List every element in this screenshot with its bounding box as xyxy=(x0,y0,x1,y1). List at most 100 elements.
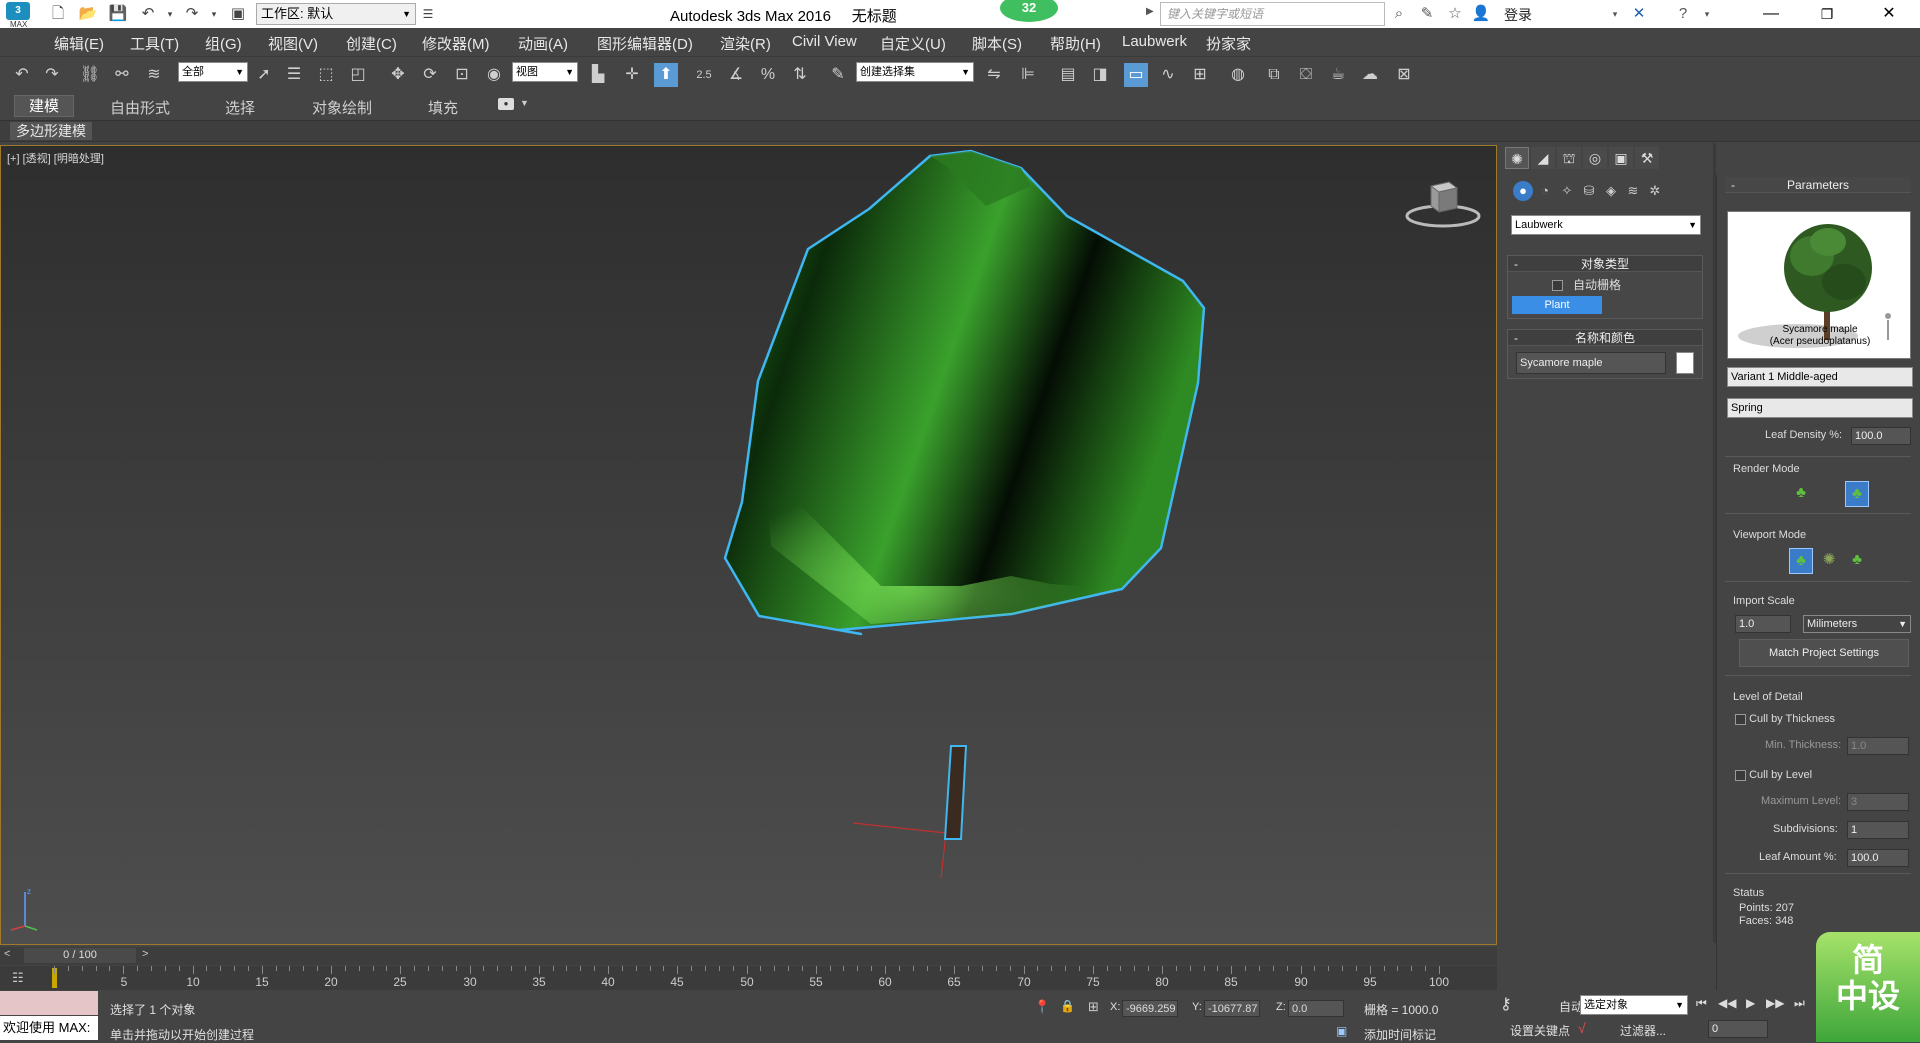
render-production-icon[interactable]: ☕ xyxy=(1326,63,1350,87)
menu-animation[interactable]: 动画(A) xyxy=(518,33,568,54)
current-frame-field[interactable]: 0 xyxy=(1708,1020,1768,1038)
a360-render-icon[interactable]: ⊠ xyxy=(1392,63,1416,87)
manipulate-icon[interactable]: ✛ xyxy=(620,63,644,87)
user-icon[interactable]: 👤 xyxy=(1470,4,1492,24)
next-frame-arrow-icon[interactable]: > xyxy=(142,948,148,960)
spinner-snap-icon[interactable]: ⇅ xyxy=(788,63,812,87)
redo-icon[interactable]: ↷ xyxy=(182,4,202,24)
prev-frame-icon[interactable]: ◀◀ xyxy=(1718,996,1736,1010)
min-thickness-field[interactable]: 1.0 xyxy=(1847,737,1909,755)
import-scale-field[interactable]: 1.0 xyxy=(1735,615,1791,633)
pivot-center-icon[interactable]: ▙ xyxy=(586,63,610,87)
tab-modeling[interactable]: 建模 xyxy=(14,95,75,117)
search-expand-icon[interactable]: ▶ xyxy=(1146,6,1154,17)
login-link[interactable]: 登录 xyxy=(1504,5,1532,25)
utilities-panel-tab-icon[interactable]: ⚒ xyxy=(1635,147,1659,169)
rendered-frame-window-icon[interactable]: ⛋ xyxy=(1294,63,1318,87)
cull-thickness-check-box[interactable] xyxy=(1735,713,1746,725)
add-time-tag[interactable]: 添加时间标记 xyxy=(1364,1026,1436,1043)
help-dropdown-icon[interactable]: ▾ xyxy=(1696,4,1718,24)
motion-panel-tab-icon[interactable]: ◎ xyxy=(1583,147,1607,169)
season-select[interactable]: Spring xyxy=(1727,398,1913,418)
bind-to-space-warp-icon[interactable]: ≋ xyxy=(142,63,166,87)
percent-snap-icon[interactable]: % xyxy=(756,63,780,87)
time-slider[interactable]: < 0 / 100 > xyxy=(0,947,1497,965)
select-by-name-icon[interactable]: ☰ xyxy=(282,63,306,87)
menu-help[interactable]: 帮助(H) xyxy=(1050,33,1101,54)
placement-icon[interactable]: ◉ xyxy=(482,63,506,87)
menu-tools[interactable]: 工具(T) xyxy=(130,33,179,54)
angle-snap-icon[interactable]: ∡ xyxy=(724,63,748,87)
undo-icon[interactable]: ↶ xyxy=(138,4,158,24)
keyboard-shortcut-override-icon[interactable]: ⬆ xyxy=(654,63,678,87)
menu-rendering[interactable]: 渲染(R) xyxy=(720,33,771,54)
absolute-mode-icon[interactable]: ⊞ xyxy=(1088,999,1099,1015)
render-mode-full-icon[interactable]: ♣ xyxy=(1845,481,1869,507)
quick-access-menu-icon[interactable]: ☰ xyxy=(418,4,438,24)
ribbon-options-icon[interactable]: ● xyxy=(498,98,514,110)
z-coord-field[interactable]: 0.0 xyxy=(1288,1000,1344,1017)
menu-civil-view[interactable]: Civil View xyxy=(792,33,857,50)
key-filters-button[interactable]: 过滤器... xyxy=(1620,1022,1666,1039)
rectangular-selection-icon[interactable]: ⬚ xyxy=(314,63,338,87)
mini-curve-editor-icon[interactable]: ☷ xyxy=(12,970,30,986)
viewport-mode-full-icon[interactable]: ♣ xyxy=(1845,548,1869,574)
name-color-header[interactable]: - 名称和颜色 xyxy=(1508,330,1702,346)
units-select[interactable]: Milimeters ▼ xyxy=(1803,615,1911,633)
new-file-icon[interactable]: 🗋 xyxy=(48,4,68,24)
cull-level-check-box[interactable] xyxy=(1735,769,1746,781)
object-name-field[interactable]: Sycamore maple xyxy=(1516,352,1666,374)
menu-laubwerk[interactable]: Laubwerk xyxy=(1122,33,1187,50)
auto-grid-checkbox[interactable]: 自动栅格 xyxy=(1552,276,1621,293)
scene-explorer-icon[interactable]: ▤ xyxy=(1056,63,1080,87)
select-and-link-icon[interactable]: ⛓ xyxy=(78,63,102,87)
undo-dropdown-icon[interactable]: ▾ xyxy=(160,4,180,24)
search-input[interactable]: 键入关键字或短语 xyxy=(1160,2,1385,26)
workspace-select[interactable]: 工作区: 默认 ▼ xyxy=(256,3,416,25)
scale-icon[interactable]: ⊡ xyxy=(450,63,474,87)
snaps-toggle-icon[interactable]: 2.5 xyxy=(692,63,716,87)
systems-icon[interactable]: ✲ xyxy=(1645,181,1665,201)
plant-preview-image[interactable]: Sycamore maple (Acer pseudoplatanus) xyxy=(1727,211,1911,359)
cull-thickness-checkbox[interactable]: Cull by Thickness xyxy=(1735,713,1835,725)
viewport-mode-points-icon[interactable]: ✺ xyxy=(1817,548,1841,574)
selection-filter-select[interactable]: 全部 ▼ xyxy=(178,62,248,82)
max-level-field[interactable]: 3 xyxy=(1847,793,1909,811)
shapes-icon[interactable]: ◔ xyxy=(1535,181,1555,201)
save-icon[interactable]: 💾 xyxy=(108,4,128,24)
space-warps-icon[interactable]: ≋ xyxy=(1623,181,1643,201)
auto-grid-check-box[interactable] xyxy=(1552,280,1563,292)
menu-banjiajia[interactable]: 扮家家 xyxy=(1206,33,1251,54)
y-coord-field[interactable]: -10677.87 xyxy=(1204,1000,1260,1017)
create-panel-tab-icon[interactable]: ✺ xyxy=(1505,147,1529,169)
restore-icon[interactable]: ❐ xyxy=(1804,0,1850,28)
layer-explorer-icon[interactable]: ◨ xyxy=(1088,63,1112,87)
menu-modifiers[interactable]: 修改器(M) xyxy=(422,33,490,54)
favorites-star-icon[interactable]: ☆ xyxy=(1444,4,1466,24)
menu-customize[interactable]: 自定义(U) xyxy=(880,33,946,54)
maxscript-listener-output[interactable] xyxy=(0,991,98,1015)
tab-populate[interactable]: 填充 xyxy=(428,97,458,118)
move-icon[interactable]: ✥ xyxy=(386,63,410,87)
redo-dropdown-icon[interactable]: ▾ xyxy=(204,4,224,24)
menu-views[interactable]: 视图(V) xyxy=(268,33,318,54)
open-file-icon[interactable]: 📂 xyxy=(78,4,98,24)
geometry-category-select[interactable]: Laubwerk ▼ xyxy=(1511,215,1701,235)
set-key-button[interactable]: 设置关键点 xyxy=(1510,1022,1570,1039)
named-selection-select[interactable]: 创建选择集 ▼ xyxy=(856,62,974,82)
schematic-view-icon[interactable]: ⊞ xyxy=(1188,63,1212,87)
project-folder-icon[interactable]: ▣ xyxy=(228,4,248,24)
leaf-amount-field[interactable]: 100.0 xyxy=(1847,849,1909,867)
perspective-viewport[interactable]: [+] [透视] [明暗处理] z xyxy=(0,145,1497,945)
close-icon[interactable]: ✕ xyxy=(1866,0,1912,28)
key-filter-curve-icon[interactable]: √ xyxy=(1578,1020,1586,1036)
object-color-swatch[interactable] xyxy=(1676,352,1694,374)
command-panel-scrollbar[interactable] xyxy=(1713,143,1716,943)
selection-lock-icon[interactable]: 🔒 xyxy=(1060,999,1075,1013)
play-icon[interactable]: ▶ xyxy=(1746,996,1755,1010)
modify-panel-tab-icon[interactable]: ◢ xyxy=(1531,147,1555,169)
binoculars-icon[interactable]: ⌕ xyxy=(1388,4,1410,24)
menu-create[interactable]: 创建(C) xyxy=(346,33,397,54)
next-frame-icon[interactable]: ▶▶ xyxy=(1766,996,1784,1010)
menu-scripting[interactable]: 脚本(S) xyxy=(972,33,1022,54)
